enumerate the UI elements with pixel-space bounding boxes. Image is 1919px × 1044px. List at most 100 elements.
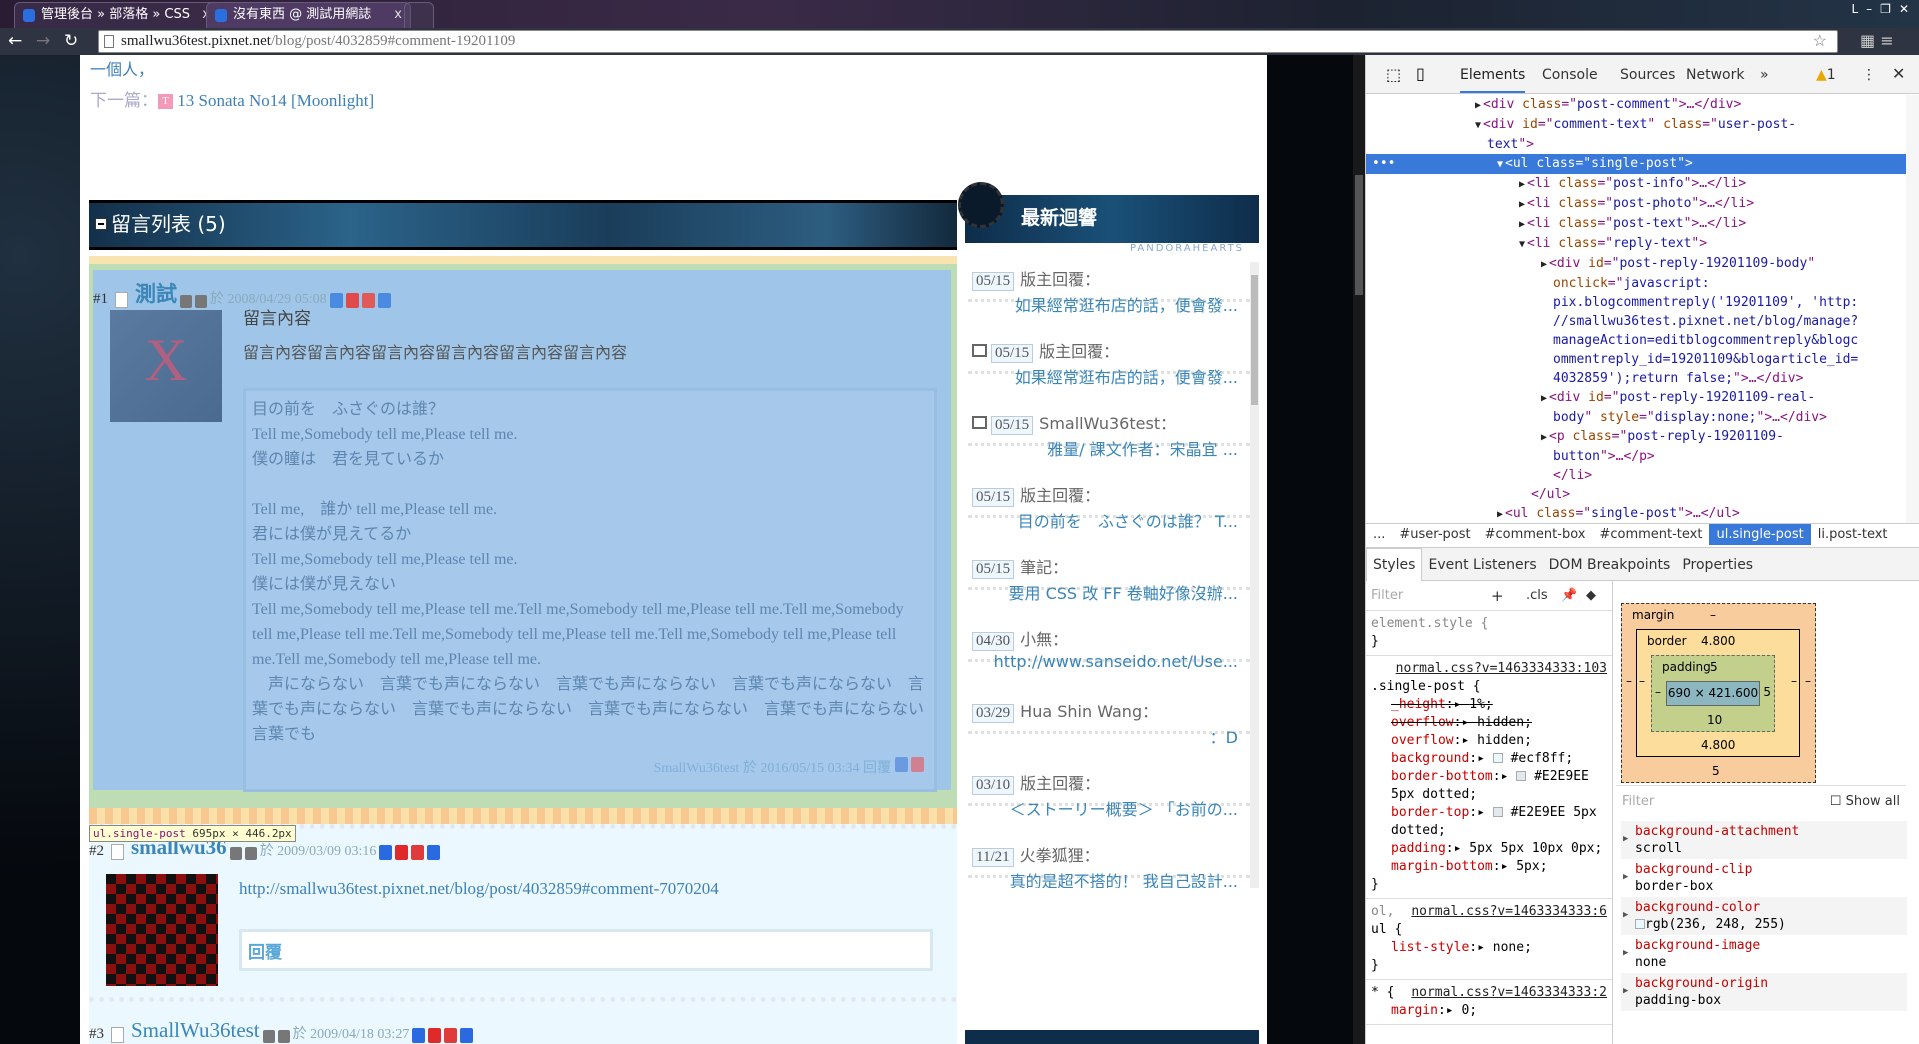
dom-node[interactable]: ▶ <p class="post-reply-19201109- (1366, 427, 1906, 447)
recent-comment-item[interactable]: 03/29 Hua Shin Wang： ：D (968, 682, 1250, 747)
expand-arrow-icon[interactable]: ▼ (1497, 159, 1503, 170)
dom-node[interactable]: </li> (1366, 466, 1906, 485)
address-bar[interactable]: smallwu36test.pixnet.net/blog/post/40328… (98, 30, 1838, 53)
back-icon[interactable]: ← (8, 31, 22, 51)
breadcrumb-item[interactable]: ul.single-post (1709, 524, 1811, 545)
expand-arrow-icon[interactable]: ▶ (1497, 509, 1503, 520)
css-property[interactable]: padding:▸ 5px 5px 10px 0px; (1371, 840, 1607, 858)
comment-excerpt-link[interactable]: 要用 CSS 改 FF 卷軸好像沒辦... (1009, 580, 1239, 604)
recent-comment-item[interactable]: 05/15 版主回覆： 目の前を ふさぐのは誰？ T... (968, 466, 1250, 531)
source-link[interactable]: normal.css?v=1463334333:6 (1411, 903, 1607, 921)
recent-comment-item[interactable]: 05/15 版主回覆： 如果經常逛布店的話，便會發... (968, 322, 1250, 387)
dom-node[interactable]: ommentreply_id=19201109&blogarticle_id= (1366, 350, 1906, 369)
breadcrumb-item[interactable]: li.post-text (1811, 524, 1895, 545)
comment-link[interactable]: http://smallwu36test.pixnet.net/blog/pos… (239, 879, 719, 899)
tab-properties[interactable]: Properties (1676, 549, 1759, 581)
trash-icon[interactable] (972, 416, 987, 429)
dom-node[interactable]: ▶ <li class="post-photo">…</li> (1366, 194, 1906, 214)
comment-excerpt-link[interactable]: 如果經常逛布店的話，便會發... (1015, 292, 1238, 316)
css-property[interactable]: _height:▸ 1%; (1371, 696, 1607, 714)
reply-box[interactable]: 回覆 (239, 929, 933, 971)
tab-elements[interactable]: Elements (1460, 67, 1526, 93)
expand-arrow-icon[interactable]: ▶ (1475, 100, 1481, 111)
source-link[interactable]: normal.css?v=1463334333:103 (1396, 660, 1607, 678)
dom-node[interactable]: text"> (1366, 135, 1906, 154)
spam-icon[interactable] (444, 1028, 458, 1043)
bookmark-star-icon[interactable]: ☆ (1813, 31, 1827, 52)
breadcrumb-item[interactable]: #comment-text (1592, 524, 1709, 545)
dom-node[interactable]: ▼ <div id="comment-text" class="user-post… (1366, 115, 1906, 135)
commenter-name[interactable]: 測試 (135, 278, 177, 308)
dom-node[interactable]: pix.blogcommentreply('19201109', 'http: (1366, 293, 1906, 312)
home-icon[interactable] (180, 295, 192, 308)
color-swatch[interactable] (1516, 771, 1527, 781)
user-button[interactable]: L (1851, 2, 1858, 20)
dom-node[interactable]: ▼ <li class="reply-text"> (1366, 234, 1906, 254)
css-property[interactable]: overflow:▸ hidden; (1371, 732, 1607, 750)
css-property[interactable]: margin-bottom:▸ 5px; (1371, 858, 1607, 876)
css-property[interactable]: border-top:▸ #E2E9EE 5px dotted; (1371, 804, 1607, 840)
expand-arrow-icon[interactable]: ▼ (1475, 120, 1481, 131)
color-swatch[interactable] (1492, 753, 1503, 763)
expand-arrow-icon[interactable]: ▼ (1519, 239, 1525, 250)
tab-console[interactable]: Console (1542, 67, 1598, 83)
comment-excerpt-link[interactable]: ＜ストーリー概要＞ 「お前の... (1010, 796, 1238, 820)
tab-sources[interactable]: Sources (1620, 67, 1675, 83)
dom-node-selected[interactable]: ••• ▼ <ul class="single-post"> (1366, 154, 1906, 174)
trash-icon[interactable] (972, 344, 987, 357)
recent-comment-item[interactable]: 04/30 小無： http://www.sanseido.net/Use... (968, 610, 1250, 671)
css-property[interactable]: background:▸ #ecf8ff; (1371, 750, 1607, 768)
warnings-badge[interactable]: ▲1 (1816, 67, 1836, 83)
computed-property[interactable]: background-color rgb(236, 248, 255) (1621, 897, 1907, 935)
single-post-rule[interactable]: normal.css?v=1463334333:103 .single-post… (1366, 656, 1612, 899)
browser-tab-active[interactable]: 沒有東西 @ 測試用網誌 x (206, 2, 411, 28)
menu-icon[interactable]: ⋮ (1862, 67, 1876, 83)
more-dots-icon[interactable]: ••• (1372, 154, 1395, 173)
dom-node[interactable]: //smallwu36test.pixnet.net/blog/manage? (1366, 312, 1906, 331)
new-tab-button[interactable] (404, 2, 434, 28)
comment-excerpt-link[interactable]: ：D (1210, 724, 1238, 748)
select-checkbox[interactable] (111, 1027, 124, 1043)
color-format-icon[interactable]: ◆ (1586, 587, 1596, 605)
lock-icon[interactable] (379, 845, 393, 860)
device-mode-icon[interactable]: ▯ (1416, 64, 1425, 83)
minimize-button[interactable]: – (1866, 2, 1872, 20)
spam-icon[interactable] (411, 845, 425, 860)
tab-styles[interactable]: Styles (1366, 548, 1423, 581)
reload-icon[interactable]: ↻ (64, 31, 78, 51)
close-tab-icon[interactable]: x (394, 3, 402, 27)
select-checkbox[interactable] (111, 844, 124, 860)
comment-excerpt-link[interactable]: 目の前を ふさぐのは誰？ T... (1018, 508, 1238, 532)
expand-arrow-icon[interactable]: ▶ (1541, 259, 1547, 270)
dom-node[interactable]: ▶<ul class="single-post">…</ul> (1366, 504, 1906, 524)
close-window-button[interactable]: ✕ (1899, 2, 1909, 20)
reply-link[interactable]: 回覆 (863, 761, 891, 776)
recent-comment-item[interactable]: 05/15 SmallWu36test： 雅量/ 課文作者：宋晶宜 ... (968, 394, 1250, 459)
comment-excerpt-link[interactable]: 雅量/ 課文作者：宋晶宜 ... (1047, 436, 1238, 460)
sidebar-scroll-thumb[interactable] (1251, 275, 1258, 405)
dom-scrollbar[interactable] (1906, 95, 1919, 525)
expand-arrow-icon[interactable]: ▶ (1541, 432, 1547, 443)
comment-excerpt-link[interactable]: 如果經常逛布店的話，便會發... (1015, 364, 1238, 388)
breadcrumb-item[interactable]: ... (1366, 524, 1392, 545)
dom-node[interactable]: ▶ <li class="post-text">…</li> (1366, 214, 1906, 234)
computed-property[interactable]: background-image none (1621, 935, 1907, 973)
forward-icon[interactable]: → (36, 31, 50, 51)
color-swatch[interactable] (1492, 807, 1503, 817)
expand-arrow-icon[interactable]: ▶ (1519, 219, 1525, 230)
cls-button[interactable]: .cls (1526, 587, 1548, 605)
dom-node[interactable]: body" style="display:none;">…</div> (1366, 408, 1906, 427)
dom-node[interactable]: manageAction=editblogcommentreply&blogc (1366, 331, 1906, 350)
dom-node[interactable]: </ul> (1366, 485, 1906, 504)
reply-icon[interactable] (460, 1028, 474, 1043)
maximize-button[interactable]: ❐ (1880, 2, 1891, 20)
dom-node[interactable]: button">…</p> (1366, 447, 1906, 466)
recent-comment-item[interactable]: 05/15 版主回覆： 如果經常逛布店的話，便會發... (968, 250, 1250, 315)
comment-excerpt-link[interactable]: http://www.sanseido.net/Use... (994, 652, 1238, 671)
tab-network[interactable]: Network (1686, 67, 1744, 83)
home-icon[interactable] (262, 1030, 275, 1043)
dom-node[interactable]: ▶ <div class="post-comment">…</div> (1366, 95, 1906, 115)
close-devtools-icon[interactable]: ✕ (1892, 64, 1905, 83)
dom-node[interactable]: ▶ <div id="post-reply-19201109-real- (1366, 388, 1906, 408)
browser-tab[interactable]: 管理後台 » 部落格 » CSSx (14, 2, 219, 28)
